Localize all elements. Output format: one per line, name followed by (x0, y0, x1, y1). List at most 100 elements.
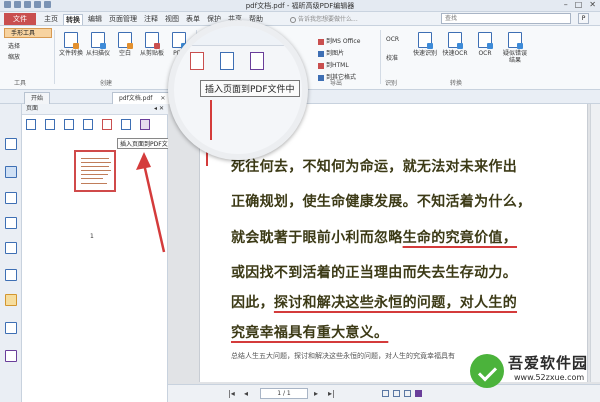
body-line-4: 或因找不到活着的正当理由而失去生存动力。 (231, 265, 517, 281)
continuous-view-icon[interactable] (393, 390, 400, 397)
recognize-group-label: 识别 (385, 80, 398, 87)
menu-item[interactable]: 页面管理 (107, 14, 139, 25)
recognize-option[interactable]: OCR (386, 36, 399, 43)
create-group-label: 创建 (100, 80, 113, 87)
insert-page-icon (190, 52, 204, 70)
maximize-icon[interactable]: □ (575, 0, 583, 9)
facing-view-icon[interactable] (404, 390, 411, 397)
ribbon-button[interactable]: 文件转换 (58, 32, 84, 68)
close-tab-icon[interactable]: ✕ (160, 95, 165, 102)
lock-icon[interactable] (5, 294, 17, 306)
hand-tool-button[interactable]: 手形工具 (4, 28, 52, 38)
search-button[interactable]: P (578, 13, 589, 24)
footnote-text: 总结人生五大问题，探讨和解决这些永恒的问题，对人生的究竟幸福具有 (231, 352, 455, 360)
layers-icon[interactable] (5, 217, 17, 229)
prev-page-button[interactable]: ◂ (244, 389, 248, 398)
close-icon[interactable]: ✕ (589, 0, 596, 9)
ocr-button-label: 疑似错误结果 (502, 50, 527, 64)
export-format-icon (318, 50, 324, 57)
collapse-icon[interactable]: ◂ (154, 105, 157, 112)
single-page-view-icon[interactable] (382, 390, 389, 397)
ocr-icon (478, 32, 493, 49)
pen-icon[interactable] (5, 350, 17, 362)
watermark-url: www.52zxue.com (514, 373, 585, 382)
recognize-options: OCR 校准 (386, 36, 399, 72)
magnifier-ribbon-edge: ▸▸ ◂ (174, 26, 302, 46)
thumb-line (81, 162, 111, 163)
ocr-button[interactable]: 疑似错误结果 (502, 32, 528, 68)
insert-page-icon[interactable] (102, 119, 112, 130)
select-tool[interactable]: 选择 (8, 41, 20, 50)
tab-start[interactable]: 开始 (24, 92, 51, 104)
ribbon-button[interactable]: 空白 (112, 32, 138, 68)
tab-document[interactable]: pdf文档.pdf ✕ (112, 92, 173, 104)
page-thumbnail[interactable] (74, 150, 116, 192)
content-icon[interactable] (5, 322, 17, 334)
export-option-label: 到HTML (326, 62, 349, 69)
underlined-phrase: 生命的究竟价值， (402, 230, 518, 246)
ocr-button[interactable]: 快速OCR (442, 32, 468, 68)
page-properties-icon[interactable] (26, 119, 36, 130)
continuous-facing-view-icon[interactable] (415, 390, 422, 397)
rotate-page-icon[interactable] (45, 119, 55, 130)
panel-close-icon[interactable]: ✕ (159, 105, 164, 112)
recognize-option[interactable]: 校准 (386, 53, 399, 62)
menu-item[interactable]: 注释 (142, 14, 160, 25)
scanner-icon (91, 32, 106, 49)
export-option[interactable]: 到图片 (318, 48, 360, 57)
annotation-arrow (136, 152, 166, 253)
menu-item[interactable]: 编辑 (86, 14, 104, 25)
delete-page-icon[interactable] (64, 119, 74, 130)
watermark-logo (470, 354, 504, 388)
ocr-button[interactable]: 快速识别 (412, 32, 438, 68)
first-page-button[interactable]: |◂ (228, 389, 235, 398)
window-controls: – □ ✕ (564, 0, 596, 9)
expand-arrows-icon: ▸▸ ◂ (277, 30, 296, 41)
file-menu[interactable]: 文件 (4, 13, 36, 25)
flag-page-icon[interactable] (140, 119, 150, 130)
minimize-icon[interactable]: – (564, 0, 568, 9)
signature-panel-icon[interactable] (5, 269, 17, 281)
body-line-5: 因此，探讨和解决这些永恒的问题，对人生的 (231, 292, 517, 312)
ocr-button[interactable]: OCR (472, 32, 498, 68)
help-search[interactable]: 告诉我您想要做什么... (290, 14, 358, 23)
menu-item[interactable]: 主页 (42, 14, 60, 25)
next-page-button[interactable]: ▸ (314, 389, 318, 398)
menu-bar: 文件 主页 转换 编辑 页面管理 注释 视图 表单 保护 共享 帮助 告诉我您想要做什么... 查… (0, 12, 600, 26)
thumb-line (81, 174, 108, 175)
ribbon-button[interactable]: 从扫描仪 (85, 32, 111, 68)
bulb-icon (290, 16, 296, 23)
magnified-red-line (210, 100, 212, 140)
menu-item[interactable]: 视图 (163, 14, 181, 25)
export-list: 到MS Office 到图片 到HTML 到其它格式 (318, 36, 360, 84)
ribbon-button[interactable]: 从剪贴板 (139, 32, 165, 68)
vertical-scrollbar[interactable] (590, 104, 600, 382)
thumb-page-number: 1 (90, 233, 94, 240)
arrow-head (136, 152, 151, 170)
menu-item[interactable]: 表单 (184, 14, 202, 25)
page-number-field[interactable]: 1 / 1 (260, 388, 308, 399)
attachment-icon[interactable] (5, 242, 17, 254)
body-line-5-text: 因此， (231, 295, 274, 311)
search-input[interactable]: 查找 (441, 13, 571, 24)
comments-icon[interactable] (5, 192, 17, 204)
extract-page-icon[interactable] (83, 119, 93, 130)
ribbon-button-label: 空白 (118, 50, 131, 57)
site-watermark: 吾爱软件园 www.52zxue.com (470, 350, 598, 400)
zoom-tool[interactable]: 缩放 (8, 52, 20, 61)
body-line-3-text: 就会耽著于眼前小利而忽略 (231, 230, 403, 246)
export-option[interactable]: 到HTML (318, 60, 360, 69)
watermark-name: 吾爱软件园 (508, 354, 589, 372)
pages-icon[interactable] (5, 166, 17, 178)
last-page-button[interactable]: ▸| (328, 389, 335, 398)
ribbon-separator (380, 30, 381, 84)
menu-item[interactable]: 转换 (63, 14, 83, 25)
bookmark-icon[interactable] (5, 138, 17, 150)
export-option[interactable]: 到MS Office (318, 36, 360, 45)
body-line-3: 就会耽著于眼前小利而忽略生命的究竟价值， (231, 227, 517, 247)
ribbon-button-label: 从扫描仪 (85, 50, 110, 57)
replace-page-icon[interactable] (121, 119, 131, 130)
quick-recognize-icon (418, 32, 433, 49)
blank-page-icon (118, 32, 133, 49)
ocr-button-label: 快速OCR (442, 50, 468, 57)
